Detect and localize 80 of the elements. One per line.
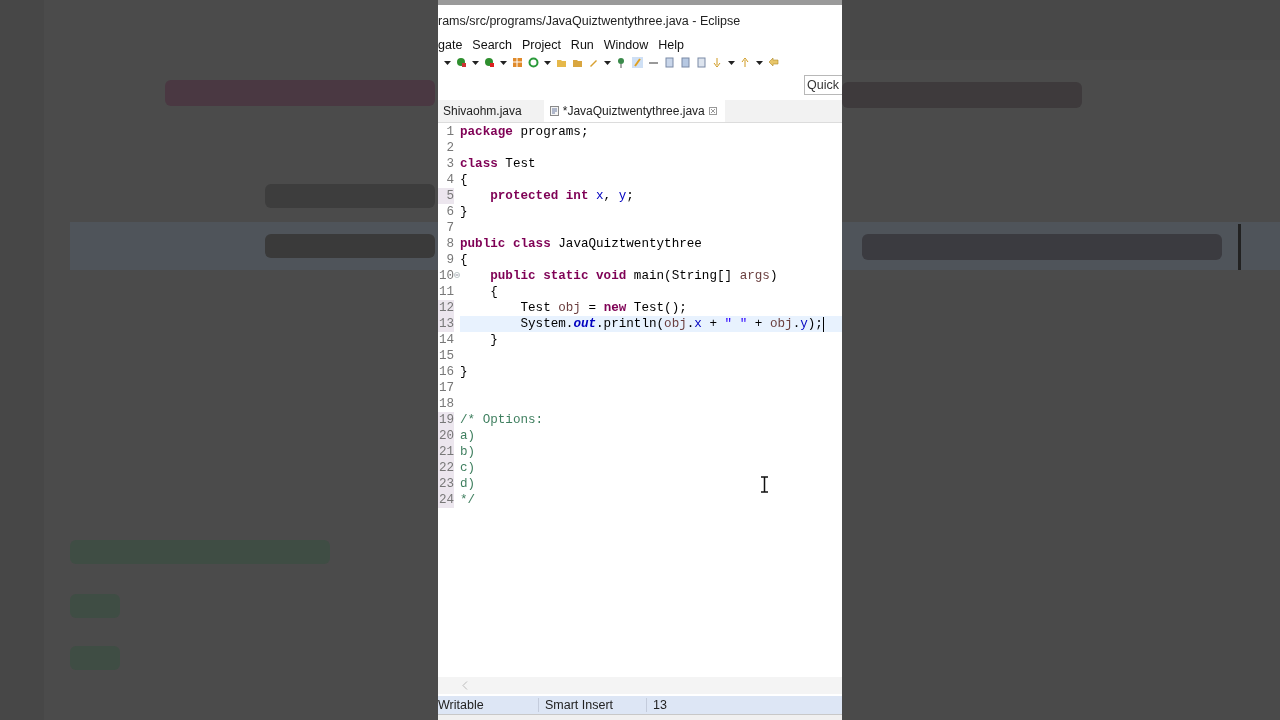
line-number: 15 <box>438 348 454 364</box>
code-line: { <box>489 284 498 300</box>
page-icon[interactable] <box>680 57 691 68</box>
line-number: 6 <box>445 204 454 220</box>
back-icon[interactable] <box>768 57 779 68</box>
code-line: a) <box>460 428 476 444</box>
grid-icon[interactable] <box>512 57 523 68</box>
text-caret <box>822 316 824 332</box>
line-number: 16 <box>438 364 454 380</box>
line-number: 1 <box>445 124 454 140</box>
pin-icon[interactable] <box>616 57 627 68</box>
folder-icon[interactable] <box>556 57 567 68</box>
line-number: 12 <box>438 300 454 316</box>
code-line: public static void main(String[] args) <box>489 268 778 284</box>
pencil-icon[interactable] <box>588 57 599 68</box>
line-number: 3 <box>445 156 454 172</box>
code-line: } <box>460 364 468 380</box>
refresh-icon[interactable] <box>528 57 539 68</box>
code-line: d) <box>460 476 476 492</box>
menu-item[interactable]: Run <box>570 37 594 52</box>
line-number: 7 <box>445 220 454 236</box>
code-line: System.out.println(obj.x + " " + obj.y); <box>519 316 823 332</box>
caret-icon[interactable] <box>604 60 611 65</box>
code-line: { <box>460 172 468 188</box>
code-line: /* Options: <box>460 412 544 428</box>
close-icon[interactable] <box>708 107 717 115</box>
status-field: Writable <box>438 698 538 712</box>
menu-item[interactable]: gate <box>438 37 463 52</box>
arrow-icon[interactable] <box>712 57 723 68</box>
code-line: package programs; <box>460 124 589 140</box>
line-number: 13 <box>438 316 454 332</box>
caret-icon[interactable] <box>500 60 507 65</box>
menu-item[interactable]: Search <box>472 37 512 52</box>
code-line: class Test <box>460 156 536 172</box>
menu-item[interactable]: Project <box>521 37 561 52</box>
quick-access-field[interactable]: Quick <box>804 74 842 95</box>
code-line: b) <box>460 444 476 460</box>
line-number: 4 <box>445 172 454 188</box>
code-line: Test obj = new Test(); <box>519 300 687 316</box>
arrow-icon[interactable] <box>740 57 751 68</box>
line-number: 5 <box>438 188 454 204</box>
code-line: */ <box>460 492 476 508</box>
line-number: 20 <box>438 428 454 444</box>
line-number: 18 <box>438 396 454 412</box>
editor-tab[interactable]: *JavaQuiztwentythree.java <box>543 100 725 122</box>
text-cursor-icon <box>760 476 769 493</box>
menu-item[interactable]: Help <box>658 37 684 52</box>
line-number: 23 <box>438 476 454 492</box>
line-number: 11 <box>438 284 454 300</box>
caret-icon[interactable] <box>756 60 763 65</box>
code-line: } <box>489 332 498 348</box>
menu-item[interactable]: Window <box>603 37 649 52</box>
line-number: 10 <box>438 268 454 284</box>
line-number: 21 <box>438 444 454 460</box>
line-number: 8 <box>445 236 454 252</box>
status-field: 13 <box>646 698 673 712</box>
code-line: protected int x, y; <box>489 188 634 204</box>
code-line: { <box>460 252 468 268</box>
page-icon[interactable] <box>696 57 707 68</box>
code-line: } <box>460 204 468 220</box>
page-icon[interactable] <box>664 57 675 68</box>
line-number: 22 <box>438 460 454 476</box>
line-number: 19 <box>438 412 454 428</box>
caret-icon[interactable] <box>544 60 551 65</box>
line-number: 14 <box>438 332 454 348</box>
caret-icon[interactable] <box>472 60 479 65</box>
status-field: Smart Insert <box>538 698 646 712</box>
line-number: 24 <box>438 492 454 508</box>
code-line: public class JavaQuiztwentythree <box>460 236 702 252</box>
marker-icon[interactable] <box>632 57 643 68</box>
line-number: 9 <box>445 252 454 268</box>
collapse-icon[interactable] <box>454 272 460 278</box>
caret-icon[interactable] <box>728 60 735 65</box>
caret-icon[interactable] <box>444 60 451 65</box>
folder-icon[interactable] <box>572 57 583 68</box>
code-line: c) <box>460 460 476 476</box>
line-number: 2 <box>445 140 454 156</box>
file-icon <box>549 106 559 116</box>
window-title: rams/src/programs/JavaQuiztwentythree.java - Eclipse <box>438 13 741 28</box>
line-number: 17 <box>438 380 454 396</box>
